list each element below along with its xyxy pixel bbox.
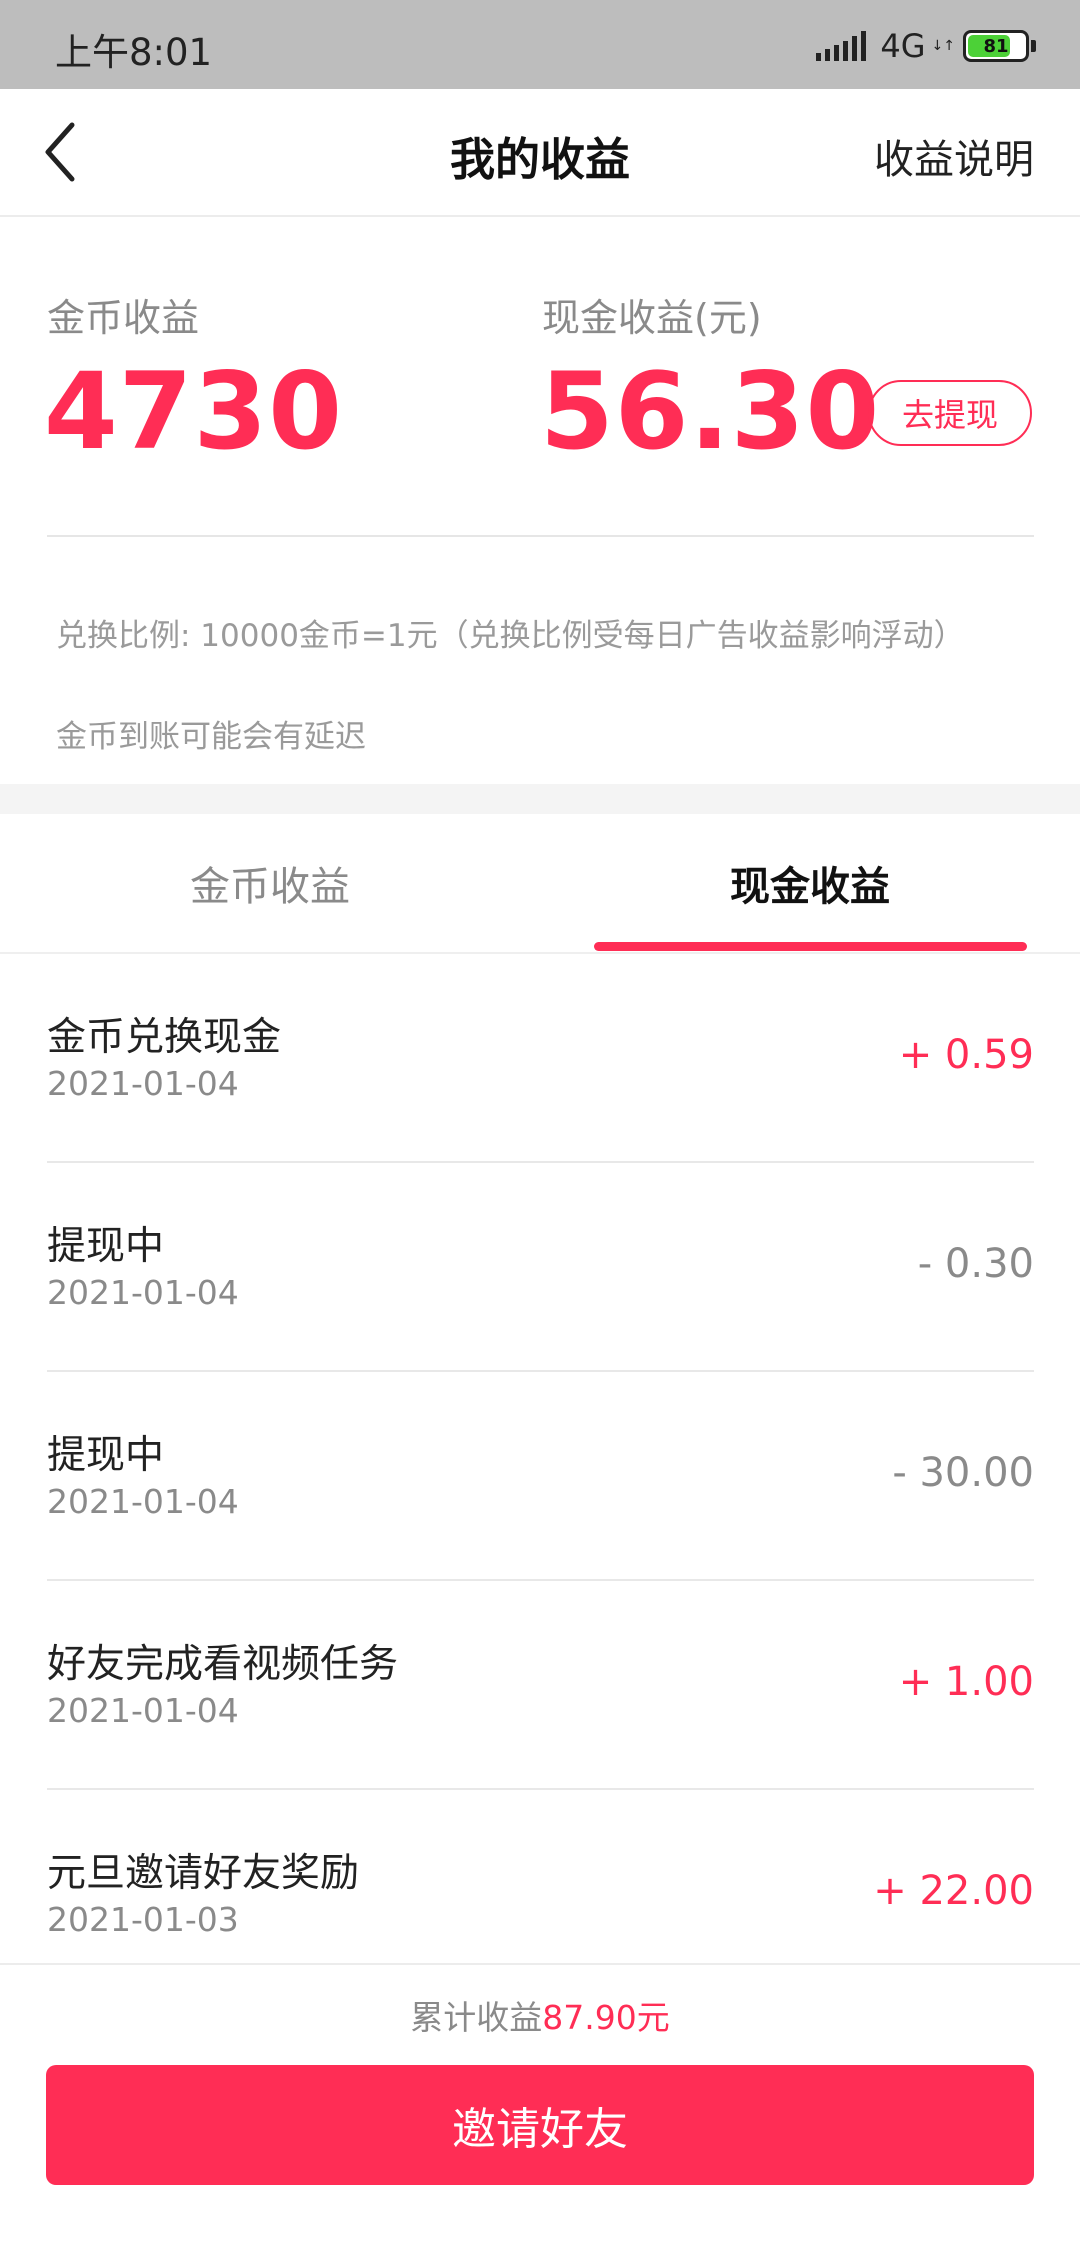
network-type: 4G bbox=[880, 27, 926, 65]
list-item[interactable]: 金币兑换现金 2021-01-04 + 0.59 bbox=[47, 954, 1034, 1163]
earnings-info-link[interactable]: 收益说明 bbox=[874, 127, 1034, 185]
earnings-tabs: 金币收益 现金收益 bbox=[0, 814, 1080, 954]
record-amount: + 1.00 bbox=[898, 1659, 1034, 1705]
status-indicators: 4G ↓↑ 81 bbox=[816, 26, 1036, 66]
record-date: 2021-01-04 bbox=[47, 1482, 239, 1521]
records-list: 金币兑换现金 2021-01-04 + 0.59 提现中 2021-01-04 - 0.3… bbox=[0, 954, 1080, 1997]
status-bar: 上午8:01 4G ↓↑ 81 bbox=[0, 0, 1080, 89]
exchange-rate-note: 兑换比例: 10000金币=1元（兑换比例受每日广告收益影响浮动） bbox=[56, 618, 965, 654]
record-title: 元旦邀请好友奖励 bbox=[47, 1851, 360, 1896]
cash-earnings-value: 56.30 bbox=[540, 350, 881, 473]
record-title: 提现中 bbox=[47, 1433, 165, 1478]
total-earnings: 累计收益87.90元 bbox=[0, 1991, 1080, 2039]
delay-note: 金币到账可能会有延迟 bbox=[56, 719, 366, 755]
total-earnings-amount: 87.90元 bbox=[542, 1998, 670, 2037]
record-amount: + 22.00 bbox=[873, 1868, 1034, 1914]
record-amount: - 0.30 bbox=[917, 1241, 1034, 1287]
record-amount: - 30.00 bbox=[892, 1450, 1034, 1496]
battery-level: 81 bbox=[983, 35, 1009, 57]
invite-friends-button[interactable]: 邀请好友 bbox=[46, 2065, 1034, 2185]
record-amount: + 0.59 bbox=[898, 1032, 1034, 1078]
coin-earnings-label: 金币收益 bbox=[47, 296, 200, 340]
tab-cash-earnings[interactable]: 现金收益 bbox=[0, 854, 1080, 912]
record-date: 2021-01-04 bbox=[47, 1273, 239, 1312]
cash-earnings-label: 现金收益(元) bbox=[542, 296, 762, 340]
record-date: 2021-01-03 bbox=[47, 1900, 239, 1939]
record-title: 好友完成看视频任务 bbox=[47, 1642, 399, 1687]
total-earnings-label: 累计收益 bbox=[410, 1998, 543, 2037]
divider bbox=[47, 535, 1034, 537]
record-title: 金币兑换现金 bbox=[47, 1015, 282, 1060]
list-item[interactable]: 提现中 2021-01-04 - 30.00 bbox=[47, 1372, 1034, 1581]
nav-bar: 我的收益 收益说明 bbox=[0, 89, 1080, 217]
section-gap bbox=[0, 784, 1080, 814]
withdraw-button[interactable]: 去提现 bbox=[868, 380, 1032, 446]
earnings-summary: 金币收益 4730 现金收益(元) 56.30 去提现 兑换比例: 10000金… bbox=[0, 217, 1080, 784]
record-date: 2021-01-04 bbox=[47, 1064, 239, 1103]
bottom-bar: 累计收益87.90元 邀请好友 bbox=[0, 1963, 1080, 2250]
active-tab-indicator bbox=[594, 942, 1027, 951]
record-date: 2021-01-04 bbox=[47, 1691, 239, 1730]
coin-earnings-value: 4730 bbox=[44, 350, 344, 473]
battery-tip bbox=[1031, 40, 1036, 52]
record-title: 提现中 bbox=[47, 1224, 165, 1269]
status-time: 上午8:01 bbox=[55, 31, 213, 74]
data-arrows-icon: ↓↑ bbox=[931, 38, 955, 54]
battery-icon: 81 bbox=[963, 30, 1029, 62]
list-item[interactable]: 提现中 2021-01-04 - 0.30 bbox=[47, 1163, 1034, 1372]
signal-icon bbox=[816, 31, 867, 61]
list-item[interactable]: 好友完成看视频任务 2021-01-04 + 1.00 bbox=[47, 1581, 1034, 1790]
